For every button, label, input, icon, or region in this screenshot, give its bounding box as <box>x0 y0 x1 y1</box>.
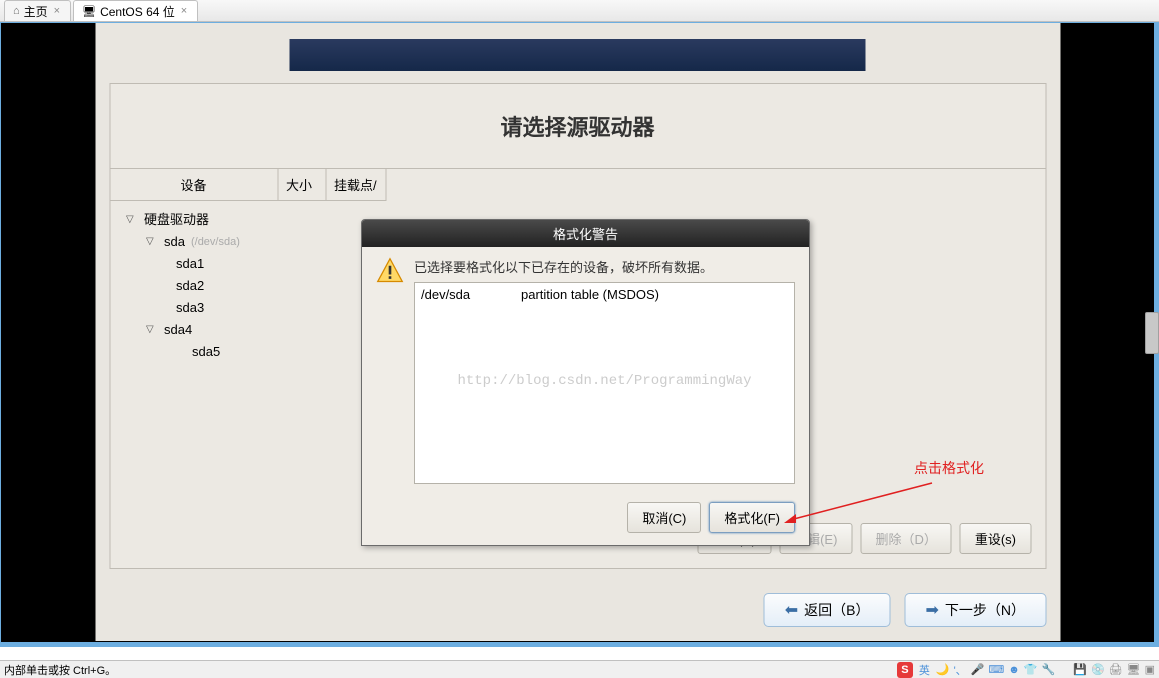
dialog-content: 已选择要格式化以下已存在的设备，破坏所有数据。 /dev/sda partiti… <box>414 257 795 484</box>
annotation-text: 点击格式化 <box>914 458 984 478</box>
next-label: 下一步（N） <box>945 600 1025 620</box>
wrench-icon[interactable]: 🔧 <box>1042 663 1056 676</box>
column-mount[interactable]: 挂载点/ <box>326 169 386 201</box>
status-hint: 内部单击或按 Ctrl+G。 <box>4 662 897 678</box>
screen-icon[interactable]: 🖥 <box>1127 663 1141 676</box>
dialog-body: 已选择要格式化以下已存在的设备，破坏所有数据。 /dev/sda partiti… <box>362 247 809 494</box>
moon-icon[interactable]: 🌙 <box>936 663 950 676</box>
chip-icon[interactable]: ▣ <box>1145 663 1155 676</box>
delete-button: 删除（D） <box>860 523 951 554</box>
disk-icon[interactable]: 💾 <box>1073 663 1087 676</box>
next-button[interactable]: ➡ 下一步（N） <box>904 593 1046 627</box>
installer-title-panel: 请选择源驱动器 <box>109 83 1046 169</box>
ime-lang[interactable]: 英 <box>919 662 930 678</box>
arrow-left-icon: ⬅ <box>785 600 798 620</box>
installer-banner <box>290 39 866 71</box>
ime-icon[interactable]: S <box>897 662 913 678</box>
print-icon[interactable]: 🖨 <box>1109 663 1123 676</box>
column-device[interactable]: 设备 <box>110 169 278 201</box>
dialog-title: 格式化警告 <box>362 220 809 247</box>
tree-label: sda4 <box>164 319 192 341</box>
format-warning-dialog: 格式化警告 已选择要格式化以下已存在的设备，破坏所有数据。 /dev/sda p… <box>361 219 810 546</box>
tree-label: sda3 <box>176 297 204 319</box>
emoji-icon[interactable]: ☻ <box>1008 664 1020 676</box>
close-icon[interactable]: × <box>52 5 62 17</box>
keyboard-icon[interactable]: ⌨ <box>988 663 1004 676</box>
tab-home[interactable]: ⌂ 主页 × <box>4 0 71 21</box>
list-device: /dev/sda <box>421 287 521 302</box>
tab-vm-label: CentOS 64 位 <box>100 3 175 20</box>
list-desc: partition table (MSDOS) <box>521 287 659 302</box>
vm-icon: 🖥 <box>82 5 96 18</box>
tree-label: sda1 <box>176 253 204 275</box>
arrow-right-icon: ➡ <box>925 600 938 620</box>
partition-header: 设备 大小 挂载点/ <box>110 169 1045 201</box>
tab-vm[interactable]: 🖥 CentOS 64 位 × <box>73 0 198 21</box>
cd-icon[interactable]: 💿 <box>1091 663 1105 676</box>
format-button[interactable]: 格式化(F) <box>709 502 795 533</box>
tree-label: sda5 <box>192 341 220 363</box>
home-icon: ⌂ <box>13 5 20 17</box>
dialog-actions: 取消(C) 格式化(F) <box>362 494 809 545</box>
nav-buttons: ⬅ 返回（B） ➡ 下一步（N） <box>95 583 1060 641</box>
close-icon[interactable]: × <box>179 5 189 17</box>
tree-device-path: (/dev/sda) <box>191 231 240 253</box>
tab-home-label: 主页 <box>24 3 48 20</box>
chevron-down-icon[interactable]: ▽ <box>146 231 158 253</box>
mic-icon[interactable]: 🎤 <box>971 663 985 676</box>
reset-button[interactable]: 重设(s) <box>960 523 1031 554</box>
chevron-down-icon[interactable]: ▽ <box>126 209 138 231</box>
dialog-message: 已选择要格式化以下已存在的设备，破坏所有数据。 <box>414 257 795 276</box>
list-item[interactable]: /dev/sda partition table (MSDOS) <box>417 285 792 304</box>
status-icons: S 英 🌙 '、 🎤 ⌨ ☻ 👕 🔧 💾 💿 🖨 🖥 ▣ <box>897 662 1155 678</box>
chevron-down-icon[interactable]: ▽ <box>146 319 158 341</box>
page-title: 请选择源驱动器 <box>110 84 1045 168</box>
window-tabs-bar: ⌂ 主页 × 🖥 CentOS 64 位 × <box>0 0 1159 22</box>
warning-icon <box>376 257 404 285</box>
status-bar: 内部单击或按 Ctrl+G。 S 英 🌙 '、 🎤 ⌨ ☻ 👕 🔧 💾 💿 🖨 … <box>0 660 1159 678</box>
watermark: http://blog.csdn.net/ProgrammingWay <box>415 373 794 389</box>
shirt-icon[interactable]: 👕 <box>1024 663 1038 676</box>
tree-label: 硬盘驱动器 <box>144 209 209 231</box>
tree-label: sda <box>164 231 185 253</box>
back-button[interactable]: ⬅ 返回（B） <box>764 593 891 627</box>
column-size[interactable]: 大小 <box>278 169 326 201</box>
back-label: 返回（B） <box>804 600 869 620</box>
vm-console: 请选择源驱动器 设备 大小 挂载点/ ▽ 硬盘驱动器 ▽ sda (/dev/s… <box>0 22 1159 647</box>
device-list[interactable]: /dev/sda partition table (MSDOS) http://… <box>414 282 795 484</box>
scrollbar-thumb[interactable] <box>1145 312 1159 354</box>
comma-icon[interactable]: '、 <box>954 662 967 678</box>
tree-label: sda2 <box>176 275 204 297</box>
cancel-button[interactable]: 取消(C) <box>627 502 701 533</box>
